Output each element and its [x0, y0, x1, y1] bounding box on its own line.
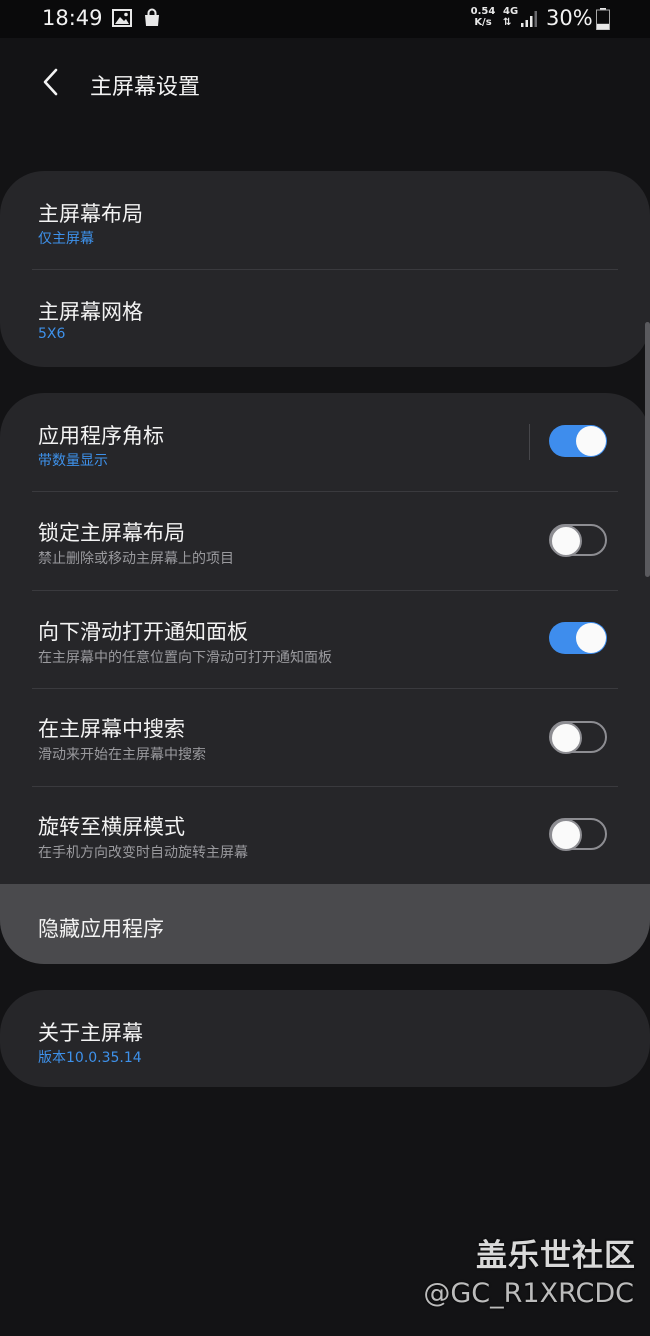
row-subtitle: 带数量显示: [38, 453, 108, 469]
toggle-knob: [550, 722, 582, 754]
toggle-knob: [550, 819, 582, 851]
home-layout-card: 主屏幕布局 仅主屏幕 主屏幕网格 5X6: [0, 171, 650, 367]
data-arrows-icon: ⇅: [503, 17, 512, 28]
network-speed-unit: K/s: [474, 17, 492, 28]
rotate-landscape-row[interactable]: 旋转至横屏模式 在手机方向改变时自动旋转主屏幕: [0, 787, 650, 884]
back-button[interactable]: [32, 62, 68, 102]
app-badges-row[interactable]: 应用程序角标 带数量显示: [0, 393, 650, 491]
lock-layout-row[interactable]: 锁定主屏幕布局 禁止删除或移动主屏幕上的项目: [0, 492, 650, 590]
about-card: 关于主屏幕 版本10.0.35.14: [0, 990, 650, 1087]
row-title: 锁定主屏幕布局: [38, 521, 185, 545]
row-subtitle: 禁止删除或移动主屏幕上的项目: [38, 551, 234, 567]
battery-level-fill: [597, 23, 609, 30]
row-title: 隐藏应用程序: [38, 917, 164, 941]
row-subtitle: 5X6: [38, 326, 66, 342]
lock-layout-toggle[interactable]: [549, 524, 607, 557]
toggle-knob: [550, 525, 582, 557]
home-search-row[interactable]: 在主屏幕中搜索 滑动来开始在主屏幕中搜索: [0, 689, 650, 787]
home-grid-row[interactable]: 主屏幕网格 5X6: [0, 270, 650, 367]
row-subtitle: 滑动来开始在主屏幕中搜索: [38, 747, 206, 763]
network-speed-value: 0.54: [470, 6, 496, 17]
battery-percent: 30%: [546, 6, 593, 30]
home-search-toggle[interactable]: [549, 721, 607, 754]
status-bar: 18:49 0.54 K/s 4G ⇅ 30%: [0, 0, 650, 38]
about-home-row[interactable]: 关于主屏幕 版本10.0.35.14: [0, 990, 650, 1087]
page-title: 主屏幕设置: [90, 75, 201, 100]
header: 主屏幕设置: [0, 38, 650, 128]
row-title: 向下滑动打开通知面板: [38, 620, 248, 644]
row-subtitle: 版本10.0.35.14: [38, 1050, 142, 1066]
home-layout-row[interactable]: 主屏幕布局 仅主屏幕: [0, 171, 650, 269]
row-title: 主屏幕布局: [38, 202, 143, 226]
network-type-label: 4G: [503, 6, 519, 17]
row-title: 在主屏幕中搜索: [38, 717, 185, 741]
toggle-knob: [576, 426, 606, 456]
hide-apps-row[interactable]: 隐藏应用程序: [0, 884, 650, 964]
row-title: 旋转至横屏模式: [38, 815, 185, 839]
toggle-knob: [576, 623, 606, 653]
app-badges-toggle[interactable]: [549, 425, 607, 457]
swipe-notification-toggle[interactable]: [549, 622, 607, 654]
row-subtitle: 在主屏幕中的任意位置向下滑动可打开通知面板: [38, 650, 332, 666]
image-notification-icon: [112, 9, 132, 31]
watermark-user: @GC_R1XRCDC: [423, 1278, 634, 1309]
row-title: 应用程序角标: [38, 424, 164, 448]
watermark-site: 盖乐世社区: [476, 1238, 636, 1274]
battery-icon: [596, 8, 610, 34]
shopping-bag-icon: [142, 8, 162, 32]
row-subtitle: 仅主屏幕: [38, 231, 94, 247]
home-options-card: 应用程序角标 带数量显示 锁定主屏幕布局 禁止删除或移动主屏幕上的项目 向下滑动…: [0, 393, 650, 964]
row-subtitle: 在手机方向改变时自动旋转主屏幕: [38, 845, 248, 861]
network-type: 4G ⇅: [503, 6, 518, 28]
row-title: 主屏幕网格: [38, 300, 143, 324]
rotate-landscape-toggle[interactable]: [549, 818, 607, 851]
scroll-indicator[interactable]: [645, 322, 650, 577]
row-title: 关于主屏幕: [38, 1021, 143, 1045]
chevron-left-icon: [43, 68, 58, 96]
signal-strength-icon: [520, 10, 540, 32]
status-time: 18:49: [42, 6, 103, 30]
network-speed: 0.54 K/s: [468, 6, 498, 28]
swipe-notification-row[interactable]: 向下滑动打开通知面板 在主屏幕中的任意位置向下滑动可打开通知面板: [0, 591, 650, 689]
vertical-separator: [529, 424, 530, 460]
